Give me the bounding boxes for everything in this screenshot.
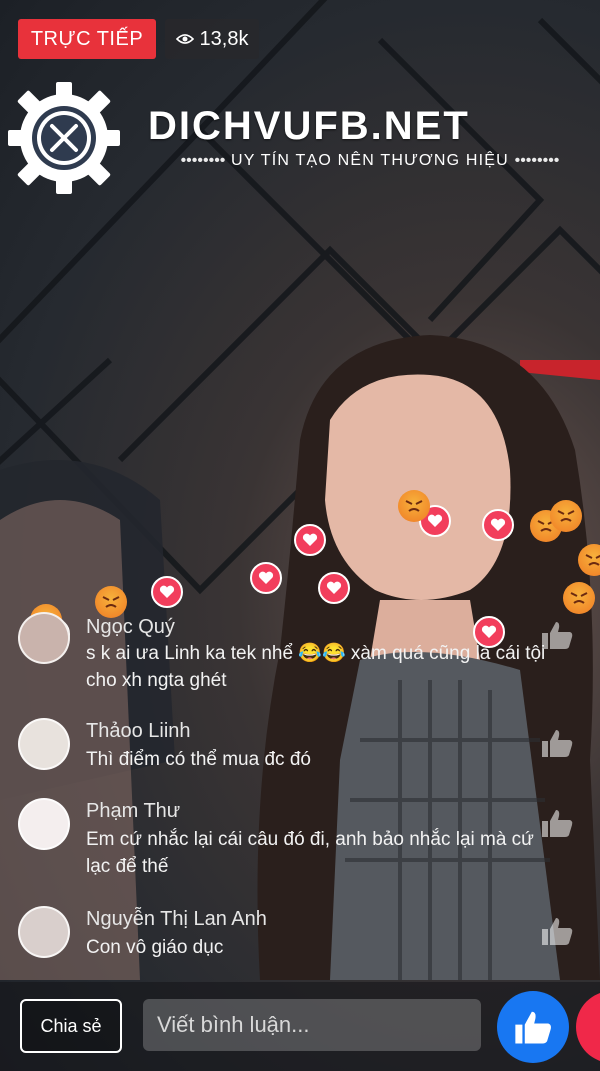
comment-author[interactable]: Ngọc Quý [86,616,175,639]
avatar[interactable] [18,798,70,850]
thumbs-up-icon[interactable] [540,728,574,758]
heart-reaction-icon [250,562,282,594]
angry-reaction-icon [550,500,582,532]
comment-text: s k ai ưa Linh ka tek nhể 😂😂 xàm quá cũn… [86,643,546,691]
heart-reaction-icon [318,572,350,604]
viewer-count-value: 13,8k [199,27,249,50]
viewer-count: 13,8k [165,19,259,59]
comment-text: Em cứ nhắc lại cái câu đó đi, anh bảo nh… [86,829,534,877]
share-button[interactable]: Chia sẻ [20,999,122,1053]
heart-reaction-icon [151,576,183,608]
comment-input[interactable] [143,999,481,1051]
live-badge: TRỰC TIẾP [18,19,156,59]
thumbs-up-icon[interactable] [540,916,574,946]
angry-reaction-icon [563,582,595,614]
tagline-dots-right: •••••••• [514,152,560,169]
brand-title: DICHVUFB.NET [148,104,470,148]
angry-reaction-icon [95,586,127,618]
avatar[interactable] [18,612,70,664]
live-video-stage: TRỰC TIẾP 13,8k DICHVUFB.NET •••••••• UY… [0,0,600,1071]
thumbs-up-icon [515,1011,551,1044]
tagline-dots-left: •••••••• [180,152,226,169]
comment-author[interactable]: Phạm Thư [86,800,180,823]
brand-tagline: •••••••• UY TÍN TẠO NÊN THƯƠNG HIỆU ••••… [150,152,590,170]
comment-author[interactable]: Thảoo Liinh [86,720,191,743]
gear-logo-icon [8,82,120,194]
avatar[interactable] [18,906,70,958]
thumbs-up-icon[interactable] [540,808,574,838]
heart-reaction-icon [294,524,326,556]
comment-text: Con vô giáo dục [86,937,224,958]
heart-reaction-icon [482,509,514,541]
like-button[interactable] [497,991,569,1063]
angry-reaction-icon [398,490,430,522]
comment-author[interactable]: Nguyễn Thị Lan Anh [86,908,267,931]
tagline-text: UY TÍN TẠO NÊN THƯƠNG HIỆU [231,152,509,169]
comment-text: Thì điểm có thể mua đc đó [86,749,311,770]
thumbs-up-icon[interactable] [540,620,574,650]
eye-icon [175,34,194,44]
avatar[interactable] [18,718,70,770]
